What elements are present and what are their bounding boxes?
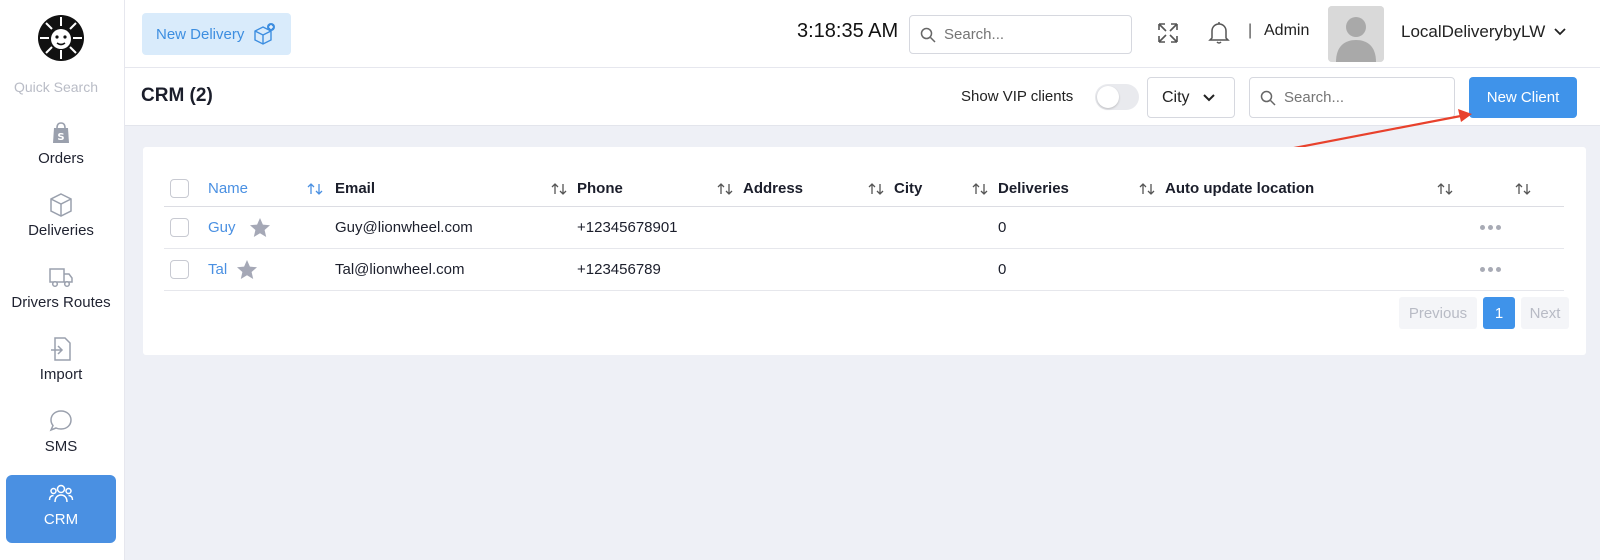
account-name: LocalDeliverybyLW bbox=[1401, 22, 1546, 41]
column-header-phone[interactable]: Phone bbox=[577, 171, 623, 206]
email-cell: Tal@lionwheel.com bbox=[335, 261, 465, 278]
table-row[interactable]: Guy Guy@lionwheel.com +12345678901 0 bbox=[164, 207, 1564, 249]
sort-icon[interactable] bbox=[972, 171, 988, 206]
previous-page-button[interactable]: Previous bbox=[1399, 297, 1477, 329]
sort-icon[interactable] bbox=[551, 171, 567, 206]
sidebar-item-label: Import bbox=[39, 366, 83, 383]
top-bar: New Delivery 3:18:35 AM | Admin Loc bbox=[125, 0, 1600, 68]
sort-icon[interactable] bbox=[717, 171, 733, 206]
chat-bubble-icon bbox=[49, 410, 72, 432]
sidebar-item-orders[interactable]: S Orders bbox=[6, 114, 116, 182]
current-page-button[interactable]: 1 bbox=[1483, 297, 1515, 329]
box-plus-icon bbox=[254, 23, 276, 45]
bell-icon[interactable] bbox=[1207, 20, 1231, 46]
sidebar-item-drivers-routes[interactable]: Drivers Routes bbox=[6, 258, 116, 326]
clients-table: Name Email Phone Address City Deliveries bbox=[164, 171, 1564, 291]
lion-logo-icon[interactable] bbox=[37, 14, 85, 62]
row-checkbox[interactable] bbox=[170, 249, 189, 290]
select-all-checkbox[interactable] bbox=[170, 171, 189, 206]
city-select-value: City bbox=[1162, 88, 1190, 106]
fullscreen-icon[interactable] bbox=[1156, 21, 1180, 45]
avatar[interactable] bbox=[1328, 6, 1384, 62]
new-delivery-button[interactable]: New Delivery bbox=[142, 13, 291, 55]
sort-icon[interactable] bbox=[1437, 171, 1453, 206]
column-header-deliveries[interactable]: Deliveries bbox=[998, 171, 1069, 206]
table-row[interactable]: Tal Tal@lionwheel.com +123456789 0 bbox=[164, 249, 1564, 291]
sidebar-item-import[interactable]: Import bbox=[6, 330, 116, 398]
next-page-button[interactable]: Next bbox=[1521, 297, 1569, 329]
sidebar-item-label: CRM bbox=[43, 511, 79, 528]
sidebar-item-sms[interactable]: SMS bbox=[6, 402, 116, 470]
name-cell: Guy bbox=[208, 207, 272, 248]
sidebar-item-label: Deliveries bbox=[28, 222, 94, 239]
new-client-button[interactable]: New Client bbox=[1469, 77, 1577, 118]
row-actions-menu[interactable] bbox=[1480, 249, 1501, 290]
row-checkbox[interactable] bbox=[170, 207, 189, 248]
sidebar-item-label: Orders bbox=[38, 150, 84, 167]
column-header-email[interactable]: Email bbox=[335, 171, 375, 206]
users-icon bbox=[48, 484, 74, 503]
phone-cell: +12345678901 bbox=[577, 219, 678, 236]
divider: | bbox=[1248, 22, 1253, 39]
chevron-down-icon bbox=[1554, 28, 1566, 36]
column-header-name[interactable]: Name bbox=[208, 171, 248, 206]
column-header-address[interactable]: Address bbox=[743, 171, 803, 206]
vip-star-icon[interactable] bbox=[248, 216, 272, 240]
email-cell: Guy@lionwheel.com bbox=[335, 219, 473, 236]
vip-toggle-label: Show VIP clients bbox=[961, 88, 1074, 105]
clients-card: Name Email Phone Address City Deliveries bbox=[143, 147, 1586, 355]
city-filter-select[interactable]: City bbox=[1147, 77, 1235, 118]
column-header-city[interactable]: City bbox=[894, 171, 922, 206]
column-header-auto-update-location[interactable]: Auto update location bbox=[1165, 171, 1314, 206]
row-actions-menu[interactable] bbox=[1480, 207, 1501, 248]
page-title: CRM (2) bbox=[141, 85, 213, 106]
new-delivery-label: New Delivery bbox=[156, 25, 245, 43]
user-role: Admin bbox=[1264, 22, 1310, 39]
search-icon bbox=[920, 27, 936, 43]
sidebar-item-label: SMS bbox=[44, 438, 78, 455]
shopify-bag-icon: S bbox=[53, 122, 69, 143]
client-name-link[interactable]: Tal bbox=[208, 261, 227, 278]
sidebar-item-label: Drivers Routes bbox=[11, 294, 111, 311]
top-search-box[interactable] bbox=[909, 15, 1132, 54]
box-icon bbox=[50, 193, 72, 217]
user-silhouette-icon bbox=[1328, 6, 1384, 62]
client-search-box[interactable] bbox=[1249, 77, 1455, 118]
phone-cell: +123456789 bbox=[577, 261, 661, 278]
sort-icon[interactable] bbox=[868, 171, 884, 206]
name-cell: Tal bbox=[208, 249, 259, 290]
svg-text:S: S bbox=[57, 132, 64, 143]
clock: 3:18:35 AM bbox=[797, 20, 899, 42]
sort-icon[interactable] bbox=[1515, 171, 1531, 206]
client-search-input[interactable] bbox=[1284, 89, 1434, 106]
top-search-input[interactable] bbox=[944, 26, 1114, 43]
search-icon bbox=[1260, 90, 1276, 106]
table-header-row: Name Email Phone Address City Deliveries bbox=[164, 171, 1564, 207]
pagination: Previous 1 Next bbox=[1399, 297, 1569, 329]
quick-search-label[interactable]: Quick Search bbox=[0, 79, 112, 95]
client-name-link[interactable]: Guy bbox=[208, 219, 236, 236]
page-header: CRM (2) Show VIP clients City New Client bbox=[125, 68, 1600, 126]
chevron-down-icon bbox=[1202, 93, 1215, 101]
sidebar: Quick Search S Orders Deliveries Drivers… bbox=[0, 0, 125, 560]
sort-icon[interactable] bbox=[307, 171, 323, 206]
import-icon bbox=[51, 337, 71, 361]
sidebar-item-crm[interactable]: CRM bbox=[6, 475, 116, 543]
deliveries-cell: 0 bbox=[998, 219, 1007, 236]
sidebar-item-deliveries[interactable]: Deliveries bbox=[6, 186, 116, 254]
truck-icon bbox=[49, 268, 73, 288]
account-menu[interactable]: LocalDeliverybyLW bbox=[1401, 22, 1567, 42]
vip-toggle[interactable] bbox=[1095, 84, 1139, 110]
sort-icon[interactable] bbox=[1139, 171, 1155, 206]
vip-star-icon[interactable] bbox=[235, 258, 259, 282]
deliveries-cell: 0 bbox=[998, 261, 1007, 278]
